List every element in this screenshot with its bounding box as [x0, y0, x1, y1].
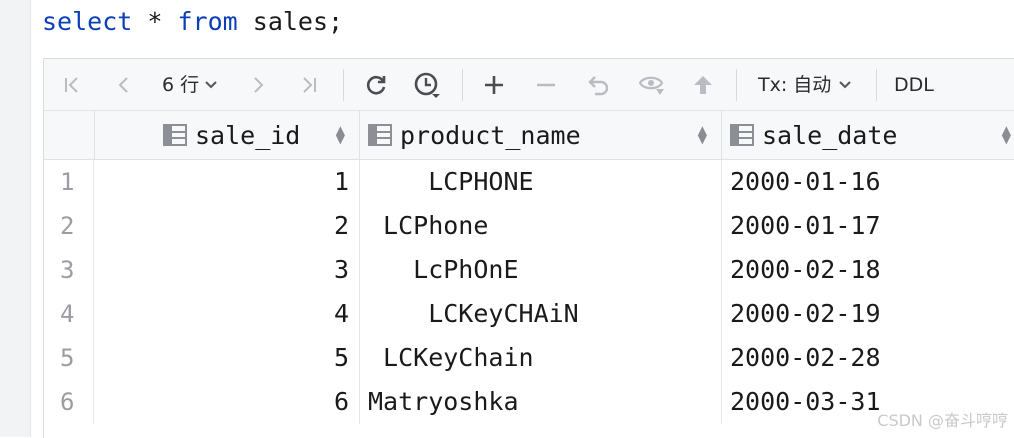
row-number: 1 — [44, 160, 94, 204]
revert-icon[interactable] — [584, 69, 614, 101]
cell-product-name[interactable]: LcPhOnE — [360, 248, 722, 292]
column-icon — [163, 124, 187, 146]
row-number: 3 — [44, 248, 94, 292]
editor-gutter — [0, 0, 31, 437]
cell-sale-date[interactable]: 2000-02-18 — [722, 248, 1014, 292]
history-icon[interactable] — [410, 69, 446, 101]
cell-sale-date[interactable]: 2000-02-28 — [722, 336, 1014, 380]
cell-sale-date[interactable]: 2000-02-19 — [722, 292, 1014, 336]
last-page-icon[interactable] — [294, 69, 324, 101]
prev-page-icon[interactable] — [110, 69, 138, 101]
result-panel: 6 行 Tx: 自动 DDL sale_id ▲ ▼ product_name … — [43, 58, 1014, 438]
next-page-icon[interactable] — [244, 69, 272, 101]
chevron-down-icon — [839, 81, 852, 89]
sort-icon[interactable]: ▲ ▼ — [1002, 124, 1011, 145]
first-page-icon[interactable] — [58, 69, 86, 101]
toolbar-divider — [462, 69, 463, 101]
cell-sale-id[interactable]: 1 — [95, 160, 360, 204]
column-icon — [368, 124, 392, 146]
row-number-header — [44, 111, 95, 159]
chevron-down-icon — [205, 81, 217, 89]
row-number: 5 — [44, 336, 94, 380]
sql-query-line[interactable]: select * from sales; — [42, 6, 343, 38]
cell-product-name[interactable]: LCKeyCHAiN — [360, 292, 722, 336]
table-row[interactable]: 6 6 Matryoshka 2000-03-31 — [44, 380, 1014, 424]
ddl-button[interactable]: DDL — [894, 69, 934, 101]
cell-sale-id[interactable]: 3 — [95, 248, 360, 292]
sql-star: * — [147, 7, 163, 36]
cell-product-name[interactable]: LCPhone — [360, 204, 722, 248]
cell-sale-id[interactable]: 4 — [95, 292, 360, 336]
table-row[interactable]: 3 3 LcPhOnE 2000-02-18 — [44, 248, 1014, 292]
cell-product-name[interactable]: LCKeyChain — [360, 336, 722, 380]
table-row[interactable]: 4 4 LCKeyCHAiN 2000-02-19 — [44, 292, 1014, 336]
column-header-sale-date[interactable]: sale_date ▲ ▼ — [722, 111, 1014, 159]
row-number: 2 — [44, 204, 94, 248]
cell-sale-id[interactable]: 6 — [95, 380, 360, 424]
table-row[interactable]: 5 5 LCKeyChain 2000-02-28 — [44, 336, 1014, 380]
row-count-label: 6 行 — [162, 74, 200, 96]
column-header-product-name[interactable]: product_name ▲ ▼ — [360, 111, 722, 159]
sort-icon[interactable]: ▲ ▼ — [336, 124, 345, 145]
cell-sale-id[interactable]: 2 — [95, 204, 360, 248]
column-header-label: sale_id — [195, 120, 301, 150]
delete-row-icon[interactable] — [532, 69, 560, 101]
table-row[interactable]: 1 1 LCPHONE 2000-01-16 — [44, 160, 1014, 204]
submit-icon[interactable] — [688, 69, 718, 101]
row-count-dropdown[interactable]: 6 行 — [162, 69, 219, 101]
tx-mode-dropdown[interactable]: Tx: 自动 — [758, 69, 853, 101]
sql-table-name: sales; — [252, 7, 344, 36]
cell-sale-date[interactable]: 2000-01-16 — [722, 160, 1014, 204]
column-header-label: sale_date — [762, 120, 898, 150]
column-header-sale-id[interactable]: sale_id ▲ ▼ — [95, 111, 360, 159]
toolbar-divider — [876, 69, 877, 101]
add-row-icon[interactable] — [480, 69, 508, 101]
column-icon — [730, 124, 754, 146]
refresh-icon[interactable] — [360, 69, 392, 101]
watermark: CSDN @奋斗哼哼 — [877, 411, 1008, 430]
sort-icon[interactable]: ▲ ▼ — [698, 124, 707, 145]
toolbar-divider — [736, 69, 737, 101]
toolbar-divider — [343, 69, 344, 101]
cell-product-name[interactable]: LCPHONE — [360, 160, 722, 204]
preview-icon[interactable] — [636, 69, 668, 101]
row-number: 4 — [44, 292, 94, 336]
cell-sale-id[interactable]: 5 — [95, 336, 360, 380]
column-header-label: product_name — [400, 120, 581, 150]
result-toolbar: 6 行 Tx: 自动 DDL — [44, 59, 1014, 111]
cell-product-name[interactable]: Matryoshka — [360, 380, 722, 424]
row-number: 6 — [44, 380, 94, 424]
sql-keyword-from: from — [177, 7, 238, 36]
table-row[interactable]: 2 2 LCPhone 2000-01-17 — [44, 204, 1014, 248]
grid-header: sale_id ▲ ▼ product_name ▲ ▼ sale_date ▲ ▼ — [44, 111, 1014, 160]
tx-mode-label: Tx: 自动 — [758, 74, 832, 96]
ddl-label: DDL — [894, 74, 934, 96]
sql-keyword-select: select — [42, 7, 133, 36]
cell-sale-date[interactable]: 2000-01-17 — [722, 204, 1014, 248]
